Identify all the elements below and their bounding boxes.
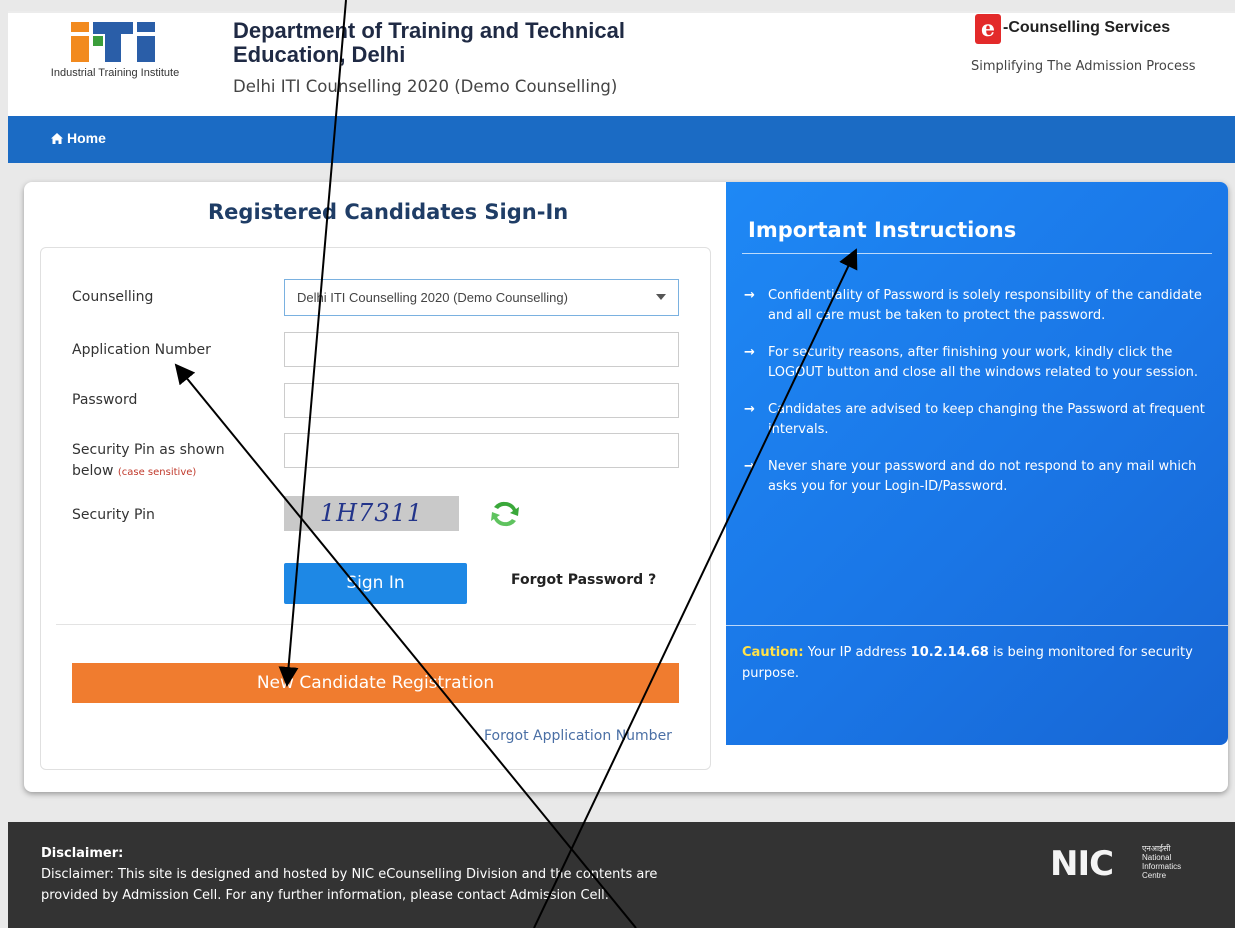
iti-logo: Industrial Training Institute [30,22,200,97]
chevron-down-icon [656,294,666,300]
iti-logo-icon [71,22,155,62]
case-sensitive-note: (case sensitive) [117,467,197,478]
ecounselling-logo: e -Counselling Services Simplifying The … [971,14,1215,94]
forgot-password-link[interactable]: Forgot Password ? [511,572,656,588]
refresh-captcha-icon[interactable] [489,498,521,530]
counselling-label: Counselling [72,289,154,305]
captcha-image: 1H7311 [284,496,459,531]
instruction-text: Confidentiality of Password is solely re… [768,288,1202,323]
signin-title: Registered Candidates Sign-In [208,200,569,224]
caution-note: Caution: Your IP address 10.2.14.68 is b… [742,642,1212,684]
application-number-input[interactable] [284,332,679,367]
instruction-item: → Candidates are advised to keep changing… [744,400,1214,440]
instructions-title: Important Instructions [748,218,1017,242]
instruction-item: → Confidentiality of Password is solely r… [744,286,1214,326]
arrow-right-icon: → [744,459,755,474]
nic-name-line-3: Centre [1142,871,1167,880]
nic-logo: NIC एनआईसी National Informatics Centre [1050,842,1210,886]
form-divider [56,624,696,625]
arrow-right-icon: → [744,345,755,360]
signin-button[interactable]: Sign In [284,563,467,604]
disclaimer-text: Disclaimer: This site is designed and ho… [41,867,658,903]
main-navbar: Home [8,116,1235,163]
counselling-subtitle: Delhi ITI Counselling 2020 (Demo Counsel… [233,77,618,96]
security-pin-input[interactable] [284,433,679,468]
security-pin-input-label: Security Pin as shown below (case sensit… [72,440,262,483]
page-footer: Disclaimer: Disclaimer: This site is des… [8,822,1235,928]
new-candidate-registration-button[interactable]: New Candidate Registration [72,663,679,703]
home-icon [51,132,63,144]
forgot-application-number-link[interactable]: Forgot Application Number [484,728,672,744]
nic-logo-mark: NIC [1050,844,1114,884]
nav-home-link[interactable]: Home [51,130,106,146]
caution-prefix: Your IP address [807,645,907,660]
instruction-item: → For security reasons, after finishing y… [744,343,1214,383]
ecounselling-tagline: Simplifying The Admission Process [971,59,1196,74]
instructions-list: → Confidentiality of Password is solely r… [744,286,1214,514]
captcha-label: Security Pin [72,507,155,523]
nic-name-line-2: Informatics [1142,862,1182,871]
iti-caption: Industrial Training Institute [50,67,180,79]
caution-divider [726,625,1228,626]
instructions-divider [742,253,1212,254]
nic-hindi-name: एनआईसी [1142,844,1171,853]
ecounselling-e-icon: e [975,14,1001,44]
password-input[interactable] [284,383,679,418]
instruction-text: Candidates are advised to keep changing … [768,402,1205,437]
application-number-label: Application Number [72,342,211,358]
ip-address: 10.2.14.68 [910,645,989,660]
instruction-text: Never share your password and do not res… [768,459,1197,494]
caution-label: Caution: [742,645,804,660]
counselling-selected-value: Delhi ITI Counselling 2020 (Demo Counsel… [297,290,568,305]
department-title: Department of Training and Technical Edu… [233,18,625,67]
arrow-right-icon: → [744,402,755,417]
ecounselling-name: -Counselling Services [1003,19,1171,36]
arrow-right-icon: → [744,288,755,303]
instruction-text: For security reasons, after finishing yo… [768,345,1199,380]
counselling-select[interactable]: Delhi ITI Counselling 2020 (Demo Counsel… [284,279,679,316]
nic-name-line-1: National [1142,853,1172,862]
password-label: Password [72,392,138,408]
nav-home-label: Home [67,130,106,146]
instruction-item: → Never share your password and do not re… [744,457,1214,497]
nic-logo-text: एनआईसी National Informatics Centre [1142,844,1181,880]
disclaimer-title: Disclaimer: [41,846,124,861]
instructions-panel: Important Instructions → Confidentiality … [726,182,1228,745]
